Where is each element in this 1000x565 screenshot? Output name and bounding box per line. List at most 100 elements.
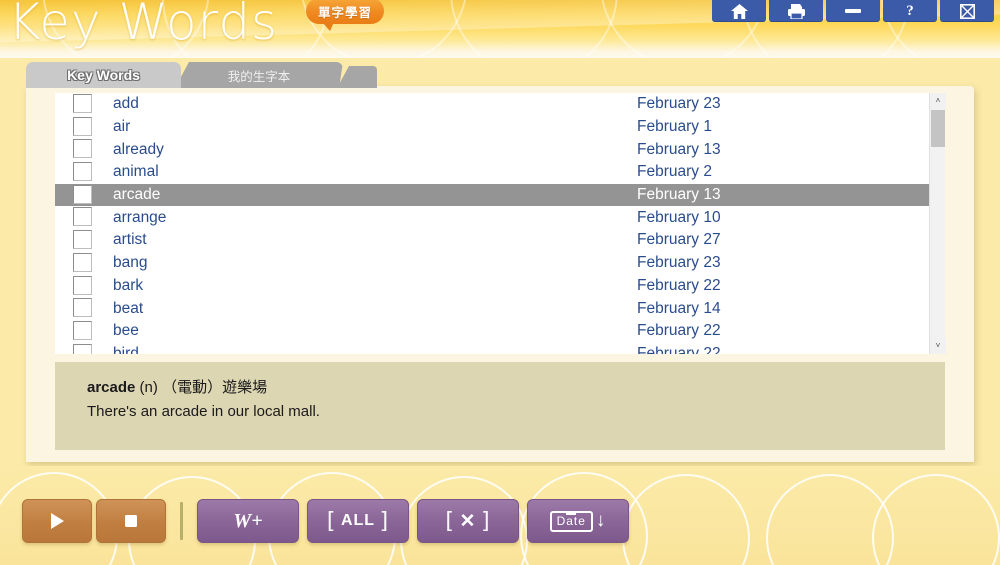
definition-headword: arcade: [87, 379, 136, 396]
sort-date-label: Date: [549, 510, 593, 532]
date-cell: February 1: [637, 118, 712, 136]
tab-decoration: [337, 66, 377, 88]
bracket-open-icon: [: [442, 508, 457, 534]
row-checkbox[interactable]: [73, 184, 92, 204]
page-title: Key Words: [8, 0, 279, 51]
close-button[interactable]: [940, 0, 994, 22]
add-word-button[interactable]: W+: [197, 499, 299, 543]
date-cell: February 13: [637, 140, 721, 158]
word-cell: arcade: [113, 186, 161, 204]
cross-icon: ✕: [459, 510, 477, 532]
select-all-label: ALL: [340, 512, 376, 529]
date-cell: February 22: [637, 276, 721, 294]
row-checkbox[interactable]: [73, 162, 92, 182]
tab-key-words[interactable]: Key Words: [26, 62, 181, 88]
row-checkbox[interactable]: [73, 275, 92, 295]
tab-my-vocabulary[interactable]: 我的生字本: [175, 62, 343, 88]
definition-translation: （電動）遊樂場: [162, 378, 268, 396]
add-word-label: W+: [233, 509, 263, 532]
bracket-close-icon: ]: [479, 508, 494, 534]
word-cell: bird: [113, 344, 139, 354]
minimize-button[interactable]: [826, 0, 880, 22]
stop-button[interactable]: [96, 499, 166, 543]
table-row[interactable]: arrange February 10: [55, 206, 945, 229]
table-row[interactable]: air February 1: [55, 116, 945, 139]
help-button[interactable]: ?: [883, 0, 937, 22]
content-panel: add February 23 air February 1 already Februa…: [26, 86, 974, 462]
date-cell: February 14: [637, 299, 721, 317]
definition-part-of-speech: (n): [139, 379, 158, 396]
word-cell: beat: [113, 299, 144, 317]
date-cell: February 13: [637, 186, 721, 204]
toolbar-divider: [180, 502, 183, 540]
word-list-scrollbar[interactable]: ˄ ˅: [929, 93, 946, 354]
home-button[interactable]: [712, 0, 766, 22]
tab-bar: Key Words 我的生字本: [26, 60, 377, 88]
print-button[interactable]: [769, 0, 823, 22]
play-icon: [51, 513, 64, 529]
close-icon: [959, 3, 975, 19]
minimize-icon: [845, 9, 861, 13]
word-cell: already: [113, 140, 164, 158]
help-label: ?: [906, 2, 914, 19]
table-row[interactable]: beat February 14: [55, 297, 945, 320]
clear-selection-label-group: [ ✕ ]: [442, 509, 493, 534]
word-cell: arrange: [113, 208, 167, 226]
select-all-label-group: [ ALL ]: [324, 509, 393, 534]
decorative-circle: [872, 474, 1000, 565]
table-row[interactable]: bark February 22: [55, 275, 945, 298]
table-row[interactable]: bang February 23: [55, 252, 945, 275]
table-row[interactable]: bee February 22: [55, 320, 945, 343]
row-checkbox[interactable]: [73, 298, 92, 318]
definition-headline: arcade (n) （電動）遊樂場: [87, 376, 945, 397]
stop-icon: [125, 515, 137, 527]
row-checkbox[interactable]: [73, 343, 92, 354]
table-row[interactable]: already February 13: [55, 138, 945, 161]
app-header: Key Words 單字學習 ?: [0, 0, 1000, 58]
date-cell: February 23: [637, 95, 721, 113]
clear-selection-button[interactable]: [ ✕ ]: [417, 499, 519, 543]
app-badge: 單字學習: [306, 0, 384, 31]
date-cell: February 23: [637, 254, 721, 272]
scroll-down-button[interactable]: ˅: [930, 338, 946, 354]
row-checkbox[interactable]: [73, 139, 92, 159]
tab-label: Key Words: [67, 67, 140, 83]
table-row[interactable]: arcade February 13: [55, 183, 945, 207]
table-row[interactable]: animal February 2: [55, 161, 945, 184]
row-checkbox[interactable]: [73, 252, 92, 272]
scrollbar-thumb[interactable]: [931, 110, 945, 147]
word-cell: bee: [113, 322, 139, 340]
decorative-circle: [622, 474, 750, 565]
player-toolbar: W+ [ ALL ] [ ✕ ] Date ↓: [22, 499, 637, 543]
word-cell: animal: [113, 163, 159, 181]
table-row[interactable]: add February 23: [55, 93, 945, 116]
word-cell: artist: [113, 231, 147, 249]
table-row[interactable]: bird February 22: [55, 343, 945, 354]
printer-icon: [787, 3, 805, 19]
application-window: Key Words 單字學習 ? Key Words 我的生字本 add Feb…: [0, 0, 1000, 565]
word-list[interactable]: add February 23 air February 1 already Februa…: [55, 93, 945, 354]
definition-panel: arcade (n) （電動）遊樂場 There's an arcade in …: [55, 362, 945, 450]
row-checkbox[interactable]: [73, 116, 92, 136]
scroll-up-button[interactable]: ˄: [930, 93, 946, 109]
date-cell: February 27: [637, 231, 721, 249]
definition-example: There's an arcade in our local mall.: [87, 403, 320, 420]
select-all-button[interactable]: [ ALL ]: [307, 499, 409, 543]
row-checkbox[interactable]: [73, 207, 92, 227]
window-controls: ?: [712, 0, 994, 22]
word-cell: bark: [113, 276, 144, 294]
date-cell: February 22: [637, 322, 721, 340]
table-row[interactable]: artist February 27: [55, 229, 945, 252]
sort-by-date-label-group: Date ↓: [549, 510, 607, 532]
home-icon: [730, 3, 748, 19]
bracket-close-icon: ]: [378, 508, 393, 534]
word-cell: add: [113, 95, 139, 113]
row-checkbox[interactable]: [73, 320, 92, 340]
row-checkbox[interactable]: [73, 94, 92, 113]
sort-by-date-button[interactable]: Date ↓: [527, 499, 629, 543]
date-cell: February 2: [637, 163, 712, 181]
bottom-toolbar-bar: W+ [ ALL ] [ ✕ ] Date ↓: [0, 466, 1000, 565]
date-cell: February 10: [637, 208, 721, 226]
row-checkbox[interactable]: [73, 230, 92, 250]
play-button[interactable]: [22, 499, 92, 543]
